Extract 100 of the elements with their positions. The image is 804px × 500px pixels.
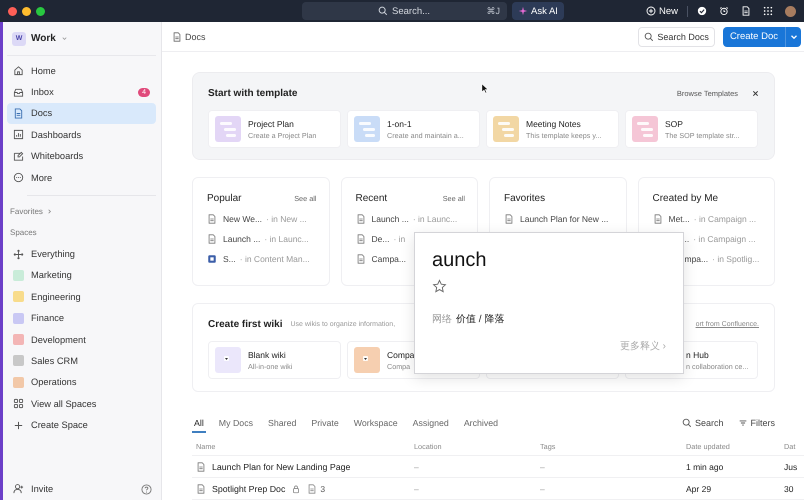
popup-word: aunch: [432, 248, 486, 273]
close-window-icon[interactable]: [8, 6, 17, 16]
space-item[interactable]: Development: [7, 328, 156, 350]
space-item[interactable]: Marketing: [7, 264, 156, 286]
maximize-window-icon[interactable]: [36, 6, 45, 16]
document-icon[interactable]: [741, 6, 751, 16]
doc-link[interactable]: Launch Plan for New ...: [520, 214, 608, 224]
home-icon: [13, 65, 24, 76]
table-cell-text: Apr 29: [686, 484, 712, 494]
doc-location: · in Content Man...: [240, 254, 310, 264]
document-icon: [356, 214, 366, 224]
sidebar-item[interactable]: Docs: [7, 102, 156, 124]
help-icon[interactable]: [141, 484, 152, 494]
document-icon: [652, 214, 662, 224]
caret-icon[interactable]: [60, 35, 68, 42]
doc-location: · in: [393, 234, 406, 244]
sidebar-item[interactable]: View all Spaces: [7, 393, 156, 414]
new-button[interactable]: New: [646, 6, 678, 16]
doc-link[interactable]: mpa...: [684, 254, 708, 264]
chevron-right-icon[interactable]: [46, 208, 53, 216]
pages-icon: [307, 484, 318, 494]
table-cell-text: –: [540, 462, 546, 472]
panel-title: Start with template: [208, 88, 298, 98]
close-icon[interactable]: [752, 90, 759, 96]
doc-location: · in Campaign ...: [694, 214, 756, 224]
section-title: Popular: [207, 192, 242, 204]
doc-link[interactable]: Launch ...: [372, 214, 409, 224]
filter-icon: [738, 418, 748, 428]
document-icon: [172, 32, 182, 42]
tab[interactable]: Assigned: [410, 413, 451, 433]
check-circle-icon[interactable]: [697, 6, 707, 16]
tab[interactable]: Archived: [462, 413, 500, 433]
space-item[interactable]: Engineering: [7, 286, 156, 308]
add-user-icon: [13, 483, 24, 494]
workspace-name[interactable]: Work: [31, 33, 56, 44]
apps-grid-icon[interactable]: [763, 6, 773, 16]
sidebar-item[interactable]: Whiteboards: [7, 146, 156, 167]
doc-link[interactable]: S...: [223, 254, 236, 264]
invite-button[interactable]: Invite: [7, 478, 60, 500]
doc-link[interactable]: Campa...: [372, 254, 406, 264]
tab[interactable]: Private: [309, 413, 341, 433]
sidebar-item[interactable]: Create Space: [7, 414, 156, 436]
search-icon: [644, 32, 654, 42]
tab[interactable]: All: [192, 413, 206, 433]
spaces-heading: Spaces: [10, 228, 37, 238]
create-doc-menu-button[interactable]: [785, 26, 801, 46]
favorites-heading[interactable]: Favorites: [10, 207, 43, 216]
doc-name[interactable]: Spotlight Prep Doc: [212, 484, 286, 494]
doc-link[interactable]: Launch ...: [223, 234, 260, 244]
plus-icon: [13, 420, 24, 431]
search-docs-button[interactable]: Search Docs: [638, 26, 715, 46]
doc-link[interactable]: Met...: [668, 214, 690, 224]
wiki-icon: [207, 254, 217, 264]
chart-icon: [13, 129, 24, 140]
document-icon: [504, 214, 514, 224]
minimize-window-icon[interactable]: [22, 6, 31, 16]
section-title: Recent: [356, 192, 388, 204]
doc-link[interactable]: De...: [372, 234, 390, 244]
table-row[interactable]: Launch Plan for New Landing Page – – 1 min ago Jus: [192, 456, 804, 478]
search-button[interactable]: Search: [682, 418, 724, 428]
tab[interactable]: Workspace: [352, 413, 400, 433]
breadcrumb[interactable]: Docs: [172, 32, 206, 42]
search-icon: [378, 6, 388, 16]
table-cell-text: Jus: [784, 462, 798, 472]
tab[interactable]: Shared: [266, 413, 298, 433]
sparkle-icon: [518, 6, 528, 16]
space-item[interactable]: Sales CRM: [7, 350, 156, 372]
doc-name[interactable]: Launch Plan for New Landing Page: [212, 462, 350, 472]
template-title: 1-on-1: [387, 118, 413, 128]
star-icon[interactable]: [432, 279, 447, 294]
sidebar-item[interactable]: Dashboards: [7, 124, 156, 146]
search-field[interactable]: Search... ⌘J: [302, 2, 507, 20]
nodes-icon: [13, 248, 24, 260]
tab[interactable]: My Docs: [216, 413, 255, 433]
section-title: Favorites: [504, 192, 546, 204]
create-doc-button[interactable]: Create Doc: [722, 26, 785, 46]
template-title: Project Plan: [248, 118, 295, 128]
user-avatar[interactable]: [785, 6, 796, 16]
table-cell-text: –: [540, 484, 546, 494]
doc-link[interactable]: New We...: [223, 214, 262, 224]
space-item[interactable]: Finance: [7, 308, 156, 329]
sidebar-item[interactable]: More: [7, 166, 156, 188]
document-icon: [207, 214, 217, 224]
plus-circle-icon: [646, 6, 656, 16]
definition-label: 网络: [432, 313, 452, 326]
sidebar-item[interactable]: Everything: [7, 243, 156, 265]
space-item[interactable]: Operations: [7, 372, 156, 394]
doc-location: · in Launc...: [264, 234, 309, 244]
document-icon: [196, 484, 206, 494]
table-row[interactable]: Spotlight Prep Doc 3 – – Apr 29 30: [192, 478, 804, 500]
table-cell-text: 1 min ago: [686, 462, 724, 472]
template-title: Meeting Notes: [526, 118, 582, 128]
table-cell-text: –: [414, 484, 420, 494]
document-icon: [13, 108, 24, 119]
ask-ai-button[interactable]: Ask AI: [512, 2, 564, 20]
doc-link[interactable]: ..: [684, 234, 690, 244]
sidebar-item[interactable]: Home: [7, 60, 156, 82]
filters-button[interactable]: Filters: [738, 418, 775, 428]
alarm-clock-icon[interactable]: [719, 6, 729, 16]
definition-text: 价值 / 降落: [456, 312, 504, 326]
